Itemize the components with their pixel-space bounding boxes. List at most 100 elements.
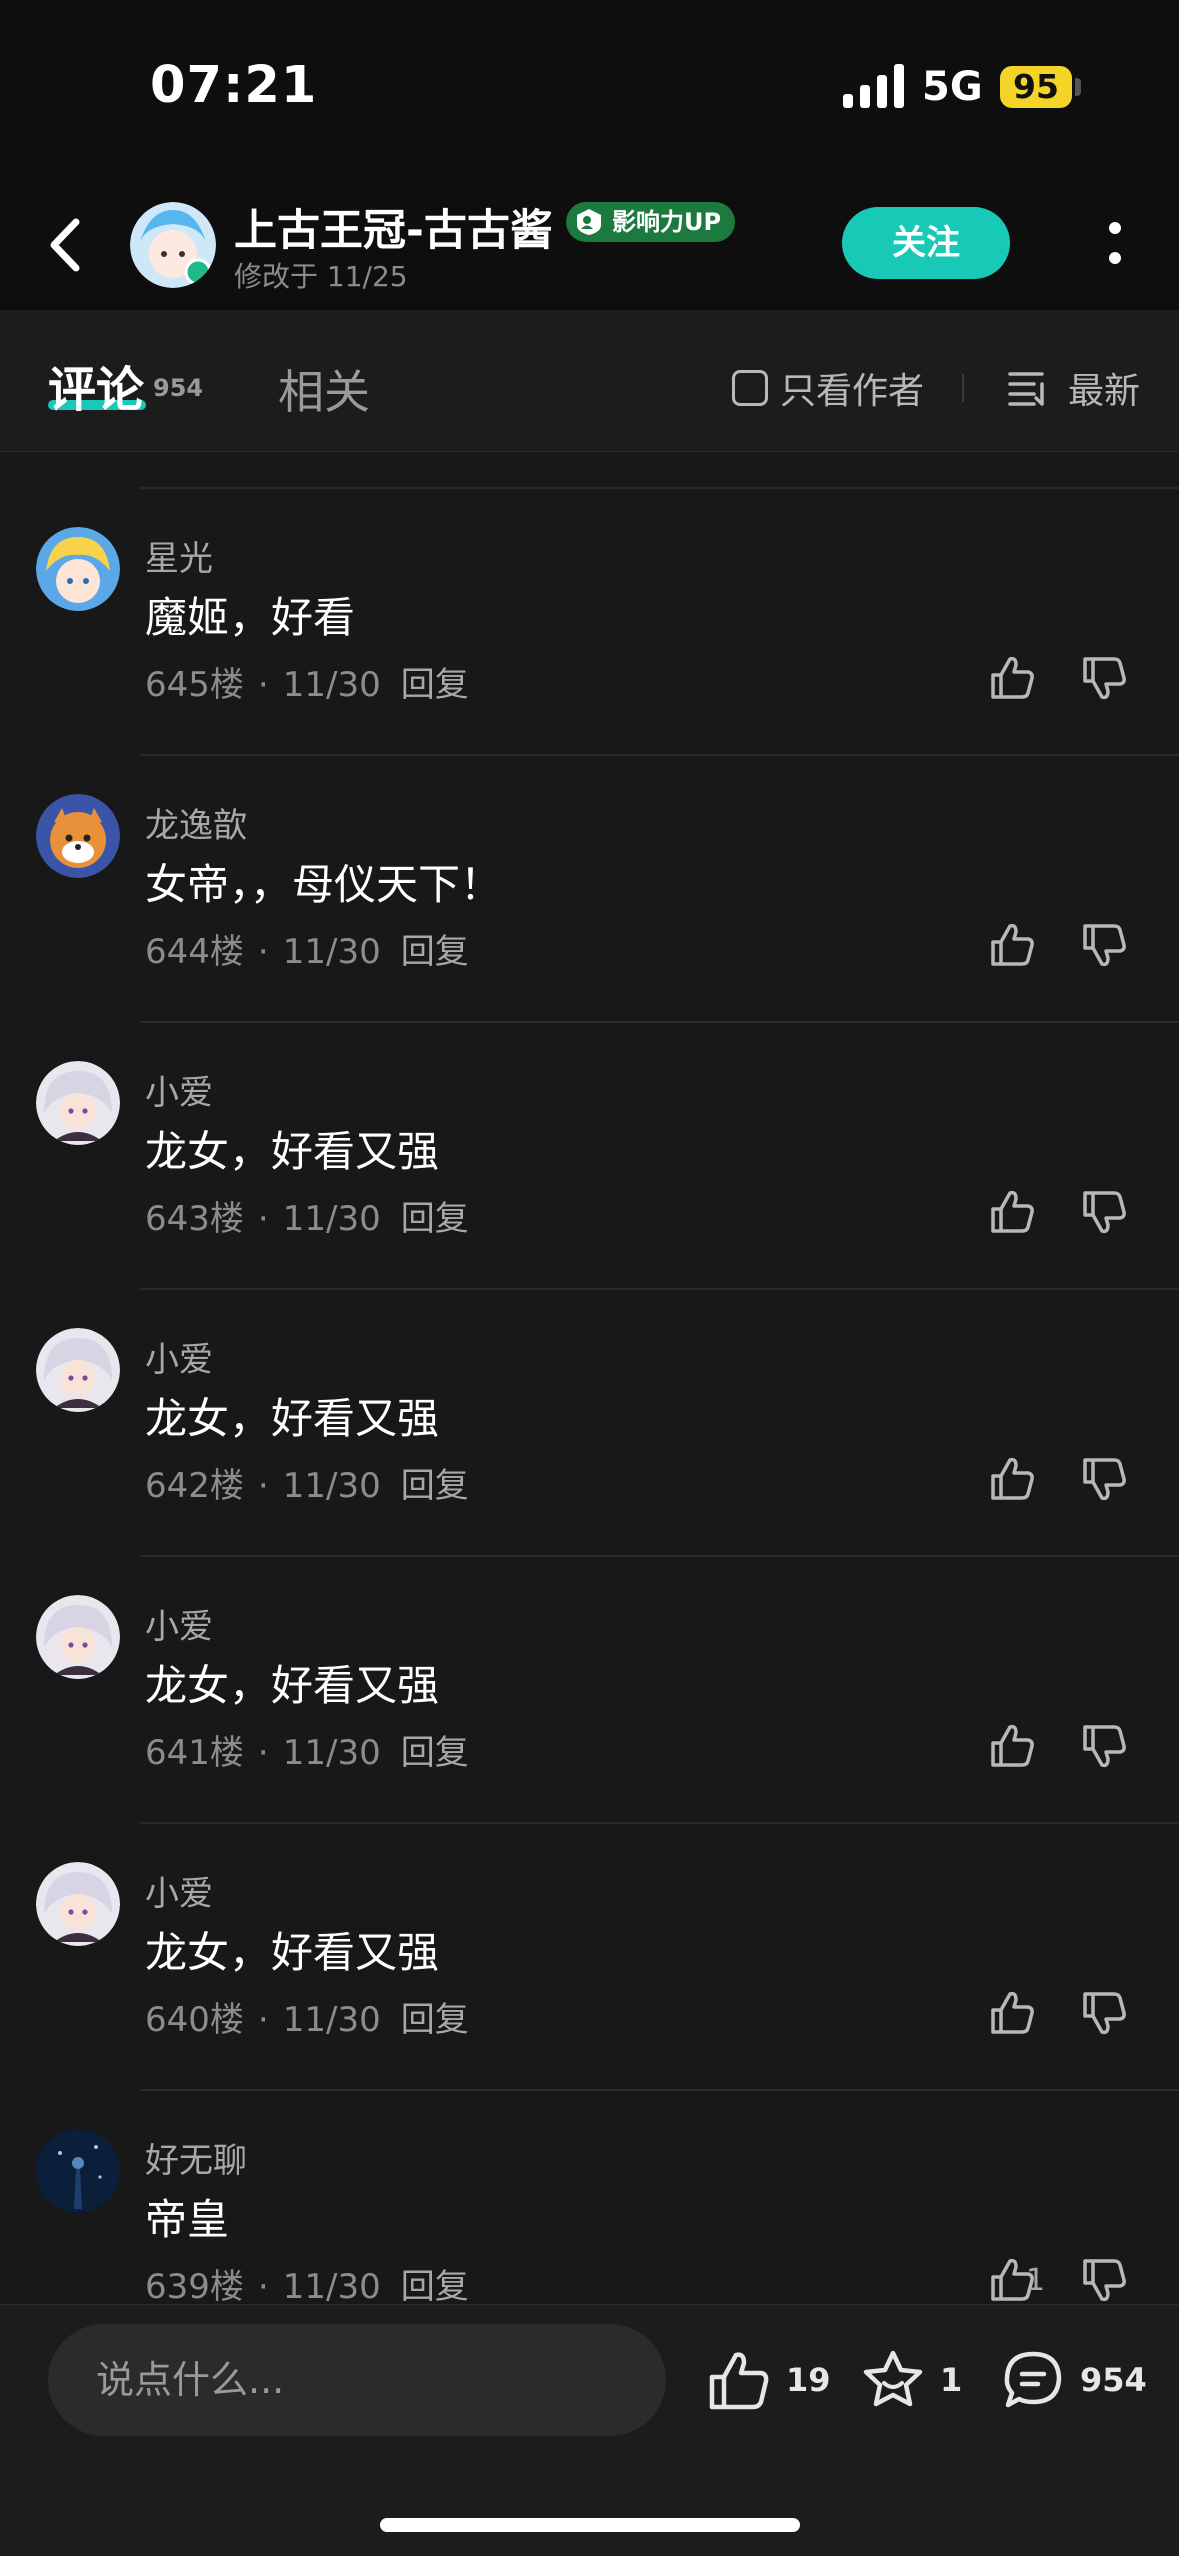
reply-button[interactable]: 回复 — [401, 1466, 469, 1506]
comment-bubble-icon — [1004, 2351, 1062, 2408]
comment-item[interactable]: 小爱 龙女，好看又强 643楼 · 11/30 回复 — [0, 1023, 1179, 1290]
user-name[interactable]: 好无聊 — [145, 2133, 247, 2182]
comment-date: 11/30 — [282, 932, 381, 972]
favorite-count: 1 — [940, 2361, 963, 2399]
favorite-button[interactable]: 1 — [860, 2346, 962, 2414]
user-avatar[interactable] — [36, 794, 120, 878]
floor-number: 643楼 — [145, 1199, 244, 1239]
comment-text: 女帝，，母仪天下！ — [145, 860, 503, 909]
comment-meta: 643楼 · 11/30 回复 — [145, 1191, 469, 1240]
thumbs-up-icon — [709, 2352, 769, 2410]
reply-button[interactable]: 回复 — [401, 932, 469, 972]
comment-list[interactable]: 星光 魔姬，好看 645楼 · 11/30 回复 龙逸歆 女帝，，母仪天下！ 644楼 · 11/3… — [0, 452, 1179, 2304]
separator-dot: · — [257, 1733, 269, 1773]
battery-tip — [1075, 78, 1081, 96]
battery-icon: 95 — [1000, 66, 1072, 108]
comment-text: 帝皇 — [145, 2195, 230, 2244]
comment-meta: 644楼 · 11/30 回复 — [145, 924, 469, 973]
comment-item[interactable]: 小爱龙女，好看又强 641楼 · 11/30 回复 — [0, 1557, 1179, 1824]
comment-date: 11/30 — [282, 2267, 381, 2304]
comment-input[interactable]: 说点什么... — [48, 2324, 666, 2436]
comment-item[interactable]: 小爱 龙女，好看又强 640楼 · 11/30 回复 — [0, 1824, 1179, 2091]
modified-date: 修改于 11/25 — [234, 260, 408, 293]
badge-person-icon — [577, 209, 601, 235]
floor-number: 645楼 — [145, 665, 244, 705]
network-type: 5G — [922, 64, 983, 110]
comment-text: 龙女，好看又强 — [145, 1661, 440, 1710]
user-name[interactable]: 小爱 — [145, 1599, 213, 1648]
thumbs-down-icon[interactable] — [1080, 1721, 1130, 1771]
user-avatar[interactable] — [36, 1328, 120, 1412]
author-only-toggle[interactable]: 只看作者 — [732, 365, 925, 412]
user-avatar[interactable] — [36, 527, 120, 611]
thumbs-up-icon[interactable] — [988, 1988, 1038, 2038]
comment-meta: 645楼 · 11/30 回复 — [145, 657, 469, 706]
comment-like-count: 1 — [1026, 2263, 1046, 2298]
thumbs-up-icon[interactable] — [988, 1187, 1038, 1237]
more-icon[interactable] — [1100, 218, 1130, 270]
floor-number: 641楼 — [145, 1733, 244, 1773]
comment-text: 龙女，好看又强 — [145, 1928, 440, 1977]
comment-item[interactable]: 龙逸歆女帝，，母仪天下！ 644楼 · 11/30 回复 — [0, 756, 1179, 1023]
thumbs-down-icon[interactable] — [1080, 1988, 1130, 2038]
reply-button[interactable]: 回复 — [401, 665, 469, 705]
up-avatar[interactable] — [130, 202, 216, 288]
author-only-label: 只看作者 — [780, 371, 925, 412]
comment-meta: 639楼 · 11/30 回复 — [145, 2259, 469, 2304]
user-name[interactable]: 龙逸歆 — [145, 798, 247, 847]
user-name[interactable]: 小爱 — [145, 1065, 213, 1114]
user-avatar[interactable] — [36, 1862, 120, 1946]
floor-number: 642楼 — [145, 1466, 244, 1506]
tab-related[interactable]: 相关 — [278, 356, 370, 422]
separator-dot: · — [257, 1199, 269, 1239]
reply-button[interactable]: 回复 — [401, 1199, 469, 1239]
thumbs-up-icon[interactable] — [988, 653, 1038, 703]
tab-comments[interactable]: 评论 — [48, 350, 144, 420]
home-indicator — [380, 2518, 800, 2532]
user-avatar[interactable] — [36, 1061, 120, 1145]
thumbs-up-icon[interactable] — [988, 1721, 1038, 1771]
comment-count: 954 — [1080, 2361, 1147, 2399]
user-name[interactable]: 小爱 — [145, 1866, 213, 1915]
reply-button[interactable]: 回复 — [401, 2000, 469, 2040]
thumbs-down-icon[interactable] — [1080, 920, 1130, 970]
star-icon — [863, 2350, 923, 2407]
floor-number: 644楼 — [145, 932, 244, 972]
thumbs-down-icon[interactable] — [1080, 1187, 1130, 1237]
comment-text: 龙女，好看又强 — [145, 1394, 440, 1443]
comment-date: 11/30 — [282, 1733, 381, 1773]
floor-number: 639楼 — [145, 2267, 244, 2304]
thumbs-down-icon[interactable] — [1080, 2255, 1130, 2304]
user-avatar[interactable] — [36, 2129, 120, 2213]
comment-date: 11/30 — [282, 2000, 381, 2040]
like-post-button[interactable]: 19 — [706, 2346, 831, 2414]
thumbs-down-icon[interactable] — [1080, 653, 1130, 703]
reply-button[interactable]: 回复 — [401, 1733, 469, 1773]
floor-number: 640楼 — [145, 2000, 244, 2040]
checkbox-icon[interactable] — [732, 370, 768, 406]
comment-date: 11/30 — [282, 1466, 381, 1506]
follow-button[interactable]: 关注 — [842, 207, 1010, 279]
badge-label: 影响力UP — [612, 208, 722, 236]
back-icon[interactable] — [42, 212, 92, 278]
sort-button[interactable]: 最新 — [1008, 365, 1140, 412]
user-name[interactable]: 星光 — [145, 531, 213, 580]
separator-dot: · — [257, 932, 269, 972]
comment-text: 魔姬，好看 — [145, 593, 356, 642]
thumbs-up-icon[interactable] — [988, 1454, 1038, 1504]
separator-dot: · — [257, 2267, 269, 2304]
comment-item[interactable]: 好无聊帝皇 639楼 · 11/30 回复 1 — [0, 2091, 1179, 2304]
up-name[interactable]: 上古王冠-古古酱 — [234, 196, 553, 258]
comment-date: 11/30 — [282, 1199, 381, 1239]
comments-count: 954 — [153, 374, 204, 402]
separator-dot: · — [257, 1466, 269, 1506]
user-name[interactable]: 小爱 — [145, 1332, 213, 1381]
user-avatar[interactable] — [36, 1595, 120, 1679]
thumbs-up-icon[interactable] — [988, 920, 1038, 970]
reply-button[interactable]: 回复 — [401, 2267, 469, 2304]
comment-item[interactable]: 星光 魔姬，好看 645楼 · 11/30 回复 — [0, 489, 1179, 756]
comment-item[interactable]: 小爱龙女，好看又强 642楼 · 11/30 回复 — [0, 1290, 1179, 1557]
comment-button[interactable]: 954 — [1000, 2346, 1147, 2414]
separator-dot: · — [257, 665, 269, 705]
thumbs-down-icon[interactable] — [1080, 1454, 1130, 1504]
